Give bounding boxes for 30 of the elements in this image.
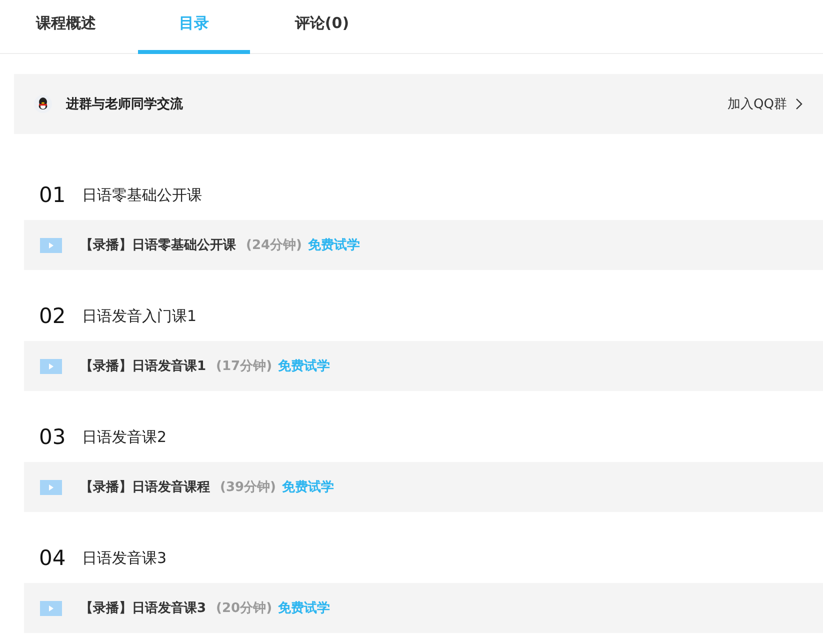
chapter-number: 04	[39, 546, 67, 570]
chapter-number: 01	[39, 183, 67, 207]
play-icon	[40, 480, 62, 494]
banner-text: 进群与老师同学交流	[66, 96, 184, 113]
lesson-title: 【录播】日语零基础公开课	[80, 237, 236, 254]
lesson-row[interactable]: 【录播】日语发音课1 (17分钟) 免费试学	[24, 341, 823, 391]
chapter-number: 02	[39, 304, 67, 328]
penguin-icon	[34, 95, 52, 113]
chapter-title: 日语发音课3	[82, 548, 167, 568]
play-icon	[40, 238, 62, 252]
lesson-row[interactable]: 【录播】日语发音课3 (20分钟) 免费试学	[24, 583, 823, 633]
lesson-row[interactable]: 【录播】日语发音课程 (39分钟) 免费试学	[24, 462, 823, 512]
lesson-duration: (17分钟)	[216, 358, 272, 375]
chapter-number: 03	[39, 425, 67, 449]
join-group-link[interactable]: 加入QQ群	[728, 95, 803, 113]
chapter-title: 日语发音课2	[82, 428, 167, 446]
chapter-title: 日语发音入门课1	[82, 306, 197, 326]
chapter-title: 日语零基础公开课	[82, 186, 202, 204]
play-icon	[40, 600, 62, 616]
lesson-duration: (20分钟)	[216, 600, 272, 617]
lesson-title: 【录播】日语发音课3	[80, 600, 206, 617]
chevron-right-icon	[795, 98, 803, 110]
lesson-title: 【录播】日语发音课程	[80, 478, 210, 496]
lesson-duration: (39分钟)	[220, 479, 276, 496]
lesson-row[interactable]: 【录播】日语零基础公开课 (24分钟) 免费试学	[24, 220, 823, 270]
play-icon	[40, 358, 62, 374]
tab[interactable]: 课程概述	[10, 0, 122, 54]
lesson-title: 【录播】日语发音课1	[80, 358, 206, 375]
tab[interactable]: 评论(0)	[266, 0, 378, 54]
lesson-duration: (24分钟)	[246, 237, 302, 254]
